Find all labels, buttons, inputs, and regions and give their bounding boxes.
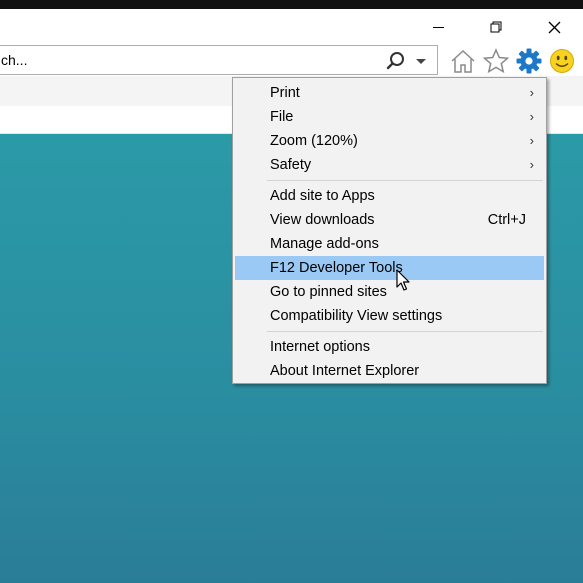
- chevron-down-icon: [416, 59, 426, 64]
- menu-item-compatibility-view-settings[interactable]: Compatibility View settings: [235, 304, 544, 328]
- smiley-icon: [550, 49, 574, 73]
- menu-item-print[interactable]: Print ›: [235, 81, 544, 105]
- chevron-right-icon: ›: [529, 157, 534, 172]
- mouse-pointer-icon: [396, 269, 410, 291]
- menu-item-manage-add-ons[interactable]: Manage add-ons: [235, 232, 544, 256]
- tools-menu: Print › File › Zoom (120%) › Safety › Ad…: [232, 77, 547, 384]
- restore-icon: [490, 21, 502, 33]
- menu-item-label: Go to pinned sites: [270, 284, 387, 300]
- star-icon: [482, 48, 510, 74]
- chevron-right-icon: ›: [529, 85, 534, 100]
- menu-item-label: Zoom (120%): [270, 133, 358, 149]
- menu-item-zoom[interactable]: Zoom (120%) ›: [235, 129, 544, 153]
- menu-item-label: F12 Developer Tools: [270, 260, 403, 276]
- close-button[interactable]: [525, 9, 583, 45]
- menu-item-label: Safety: [270, 157, 312, 173]
- menu-item-view-downloads[interactable]: View downloads Ctrl+J: [235, 208, 544, 232]
- minimize-button[interactable]: [409, 9, 467, 45]
- menu-separator: [267, 180, 543, 181]
- menu-item-go-to-pinned-sites[interactable]: Go to pinned sites: [235, 280, 544, 304]
- menu-item-shortcut: Ctrl+J: [487, 212, 526, 228]
- menu-item-about-internet-explorer[interactable]: About Internet Explorer: [235, 359, 544, 383]
- gear-icon: [516, 48, 542, 74]
- feedback-button[interactable]: [546, 46, 578, 76]
- chevron-right-icon: ›: [529, 109, 534, 124]
- search-icon: [386, 52, 404, 70]
- menu-item-label: View downloads: [270, 212, 375, 228]
- address-dropdown-button[interactable]: [413, 50, 429, 72]
- window-controls: [403, 9, 583, 45]
- home-button[interactable]: [447, 46, 479, 76]
- chevron-right-icon: ›: [529, 133, 534, 148]
- menu-item-add-site-to-apps[interactable]: Add site to Apps: [235, 184, 544, 208]
- home-icon: [451, 49, 475, 73]
- menu-item-label: Manage add-ons: [270, 236, 379, 252]
- address-text[interactable]: ch...: [1, 52, 27, 68]
- restore-button[interactable]: [467, 9, 525, 45]
- menu-item-label: File: [270, 109, 294, 125]
- close-icon: [548, 21, 560, 33]
- menu-item-label: Internet options: [270, 339, 370, 355]
- minimize-icon: [432, 26, 444, 28]
- tools-button[interactable]: [513, 46, 545, 76]
- browser-toolbar: [447, 46, 583, 76]
- menu-item-f12-developer-tools[interactable]: F12 Developer Tools: [235, 256, 544, 280]
- address-bar[interactable]: ch...: [0, 45, 438, 75]
- favorites-button[interactable]: [480, 46, 512, 76]
- search-button[interactable]: [385, 50, 407, 72]
- menu-item-safety[interactable]: Safety ›: [235, 153, 544, 177]
- menu-item-file[interactable]: File ›: [235, 105, 544, 129]
- menu-item-label: Compatibility View settings: [270, 308, 443, 324]
- menu-item-label: About Internet Explorer: [270, 363, 420, 379]
- menu-item-label: Print: [270, 85, 300, 101]
- menu-item-label: Add site to Apps: [270, 188, 375, 204]
- title-bar-strip: [0, 0, 583, 9]
- menu-item-internet-options[interactable]: Internet options: [235, 335, 544, 359]
- menu-separator: [267, 331, 543, 332]
